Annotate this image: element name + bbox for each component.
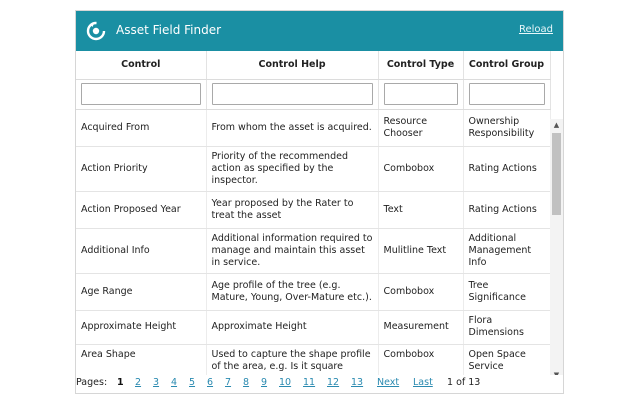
table-body: Acquired From From whom the asset is acq… bbox=[76, 109, 551, 381]
cell-help: Approximate Height bbox=[206, 310, 379, 345]
table-row[interactable]: Action Priority Priority of the recommen… bbox=[76, 146, 551, 192]
filter-control-input[interactable] bbox=[81, 83, 201, 105]
filter-cell bbox=[206, 79, 379, 110]
table-scrollbar[interactable]: ▲ ▼ bbox=[550, 119, 563, 381]
cell-control: Action Proposed Year bbox=[76, 191, 207, 229]
column-header-control[interactable]: Control bbox=[76, 51, 207, 80]
cell-help: From whom the asset is acquired. bbox=[206, 109, 379, 147]
cell-type: Resource Chooser bbox=[378, 109, 464, 147]
page-link-12[interactable]: 12 bbox=[327, 377, 339, 388]
cell-control: Age Range bbox=[76, 273, 207, 311]
cell-type: Combobox bbox=[378, 146, 464, 192]
panel-header: Asset Field Finder Reload bbox=[76, 11, 563, 51]
page-link-3[interactable]: 3 bbox=[153, 377, 159, 388]
cell-group: Rating Actions bbox=[463, 191, 551, 229]
page-current: 1 bbox=[117, 377, 124, 388]
page-link-6[interactable]: 6 bbox=[207, 377, 213, 388]
column-header-control-help[interactable]: Control Help bbox=[206, 51, 379, 80]
table-row[interactable]: Age Range Age profile of the tree (e.g. … bbox=[76, 273, 551, 311]
page-link-13[interactable]: 13 bbox=[351, 377, 363, 388]
page-link-5[interactable]: 5 bbox=[189, 377, 195, 388]
refresh-logo-icon bbox=[86, 21, 106, 41]
cell-help: Priority of the recommended action as sp… bbox=[206, 146, 379, 192]
page-link-2[interactable]: 2 bbox=[135, 377, 141, 388]
asset-field-finder-panel: Asset Field Finder Reload Control Contro… bbox=[75, 10, 564, 394]
filter-row bbox=[76, 79, 551, 110]
fields-table-container: Control Control Help Control Type Contro… bbox=[76, 51, 563, 381]
fields-table: Control Control Help Control Type Contro… bbox=[76, 51, 551, 381]
cell-control: Acquired From bbox=[76, 109, 207, 147]
table-row[interactable]: Approximate Height Approximate Height Me… bbox=[76, 310, 551, 345]
next-page-link[interactable]: Next bbox=[377, 377, 399, 388]
panel-title: Asset Field Finder bbox=[116, 23, 222, 37]
filter-control-group-input[interactable] bbox=[468, 83, 545, 105]
page-summary: 1 of 13 bbox=[447, 377, 481, 388]
filter-cell bbox=[378, 79, 464, 110]
reload-link[interactable]: Reload bbox=[519, 24, 553, 35]
cell-group: Flora Dimensions bbox=[463, 310, 551, 345]
column-header-control-type[interactable]: Control Type bbox=[378, 51, 464, 80]
page-link-11[interactable]: 11 bbox=[303, 377, 315, 388]
filter-control-type-input[interactable] bbox=[383, 83, 458, 105]
cell-help: Additional information required to manag… bbox=[206, 228, 379, 274]
table-row[interactable]: Action Proposed Year Year proposed by th… bbox=[76, 191, 551, 229]
filter-cell bbox=[463, 79, 551, 110]
pages-label: Pages: bbox=[76, 377, 108, 388]
page-link-9[interactable]: 9 bbox=[261, 377, 267, 388]
scroll-thumb[interactable] bbox=[552, 133, 561, 215]
table-row[interactable]: Acquired From From whom the asset is acq… bbox=[76, 109, 551, 147]
cell-type: Text bbox=[378, 191, 464, 229]
cell-group: Tree Significance bbox=[463, 273, 551, 311]
filter-cell bbox=[76, 79, 207, 110]
page-link-10[interactable]: 10 bbox=[279, 377, 291, 388]
cell-type: Combobox bbox=[378, 273, 464, 311]
cell-group: Rating Actions bbox=[463, 146, 551, 192]
page-link-8[interactable]: 8 bbox=[243, 377, 249, 388]
cell-help: Age profile of the tree (e.g. Mature, Yo… bbox=[206, 273, 379, 311]
page-link-4[interactable]: 4 bbox=[171, 377, 177, 388]
pagination-bar: Pages: 1 2 3 4 5 6 7 8 9 10 11 12 13 Nex… bbox=[76, 375, 563, 393]
table-header-row: Control Control Help Control Type Contro… bbox=[76, 51, 551, 80]
cell-control: Approximate Height bbox=[76, 310, 207, 345]
cell-type: Measurement bbox=[378, 310, 464, 345]
scroll-up-arrow-icon[interactable]: ▲ bbox=[550, 119, 563, 131]
column-header-control-group[interactable]: Control Group bbox=[463, 51, 551, 80]
cell-control: Additional Info bbox=[76, 228, 207, 274]
last-page-link[interactable]: Last bbox=[413, 377, 433, 388]
cell-type: Mulitline Text bbox=[378, 228, 464, 274]
filter-control-help-input[interactable] bbox=[211, 83, 373, 105]
cell-group: Ownership Responsibility bbox=[463, 109, 551, 147]
cell-group: Additional Management Info bbox=[463, 228, 551, 274]
cell-help: Year proposed by the Rater to treat the … bbox=[206, 191, 379, 229]
table-row[interactable]: Additional Info Additional information r… bbox=[76, 228, 551, 274]
cell-control: Action Priority bbox=[76, 146, 207, 192]
page-link-7[interactable]: 7 bbox=[225, 377, 231, 388]
